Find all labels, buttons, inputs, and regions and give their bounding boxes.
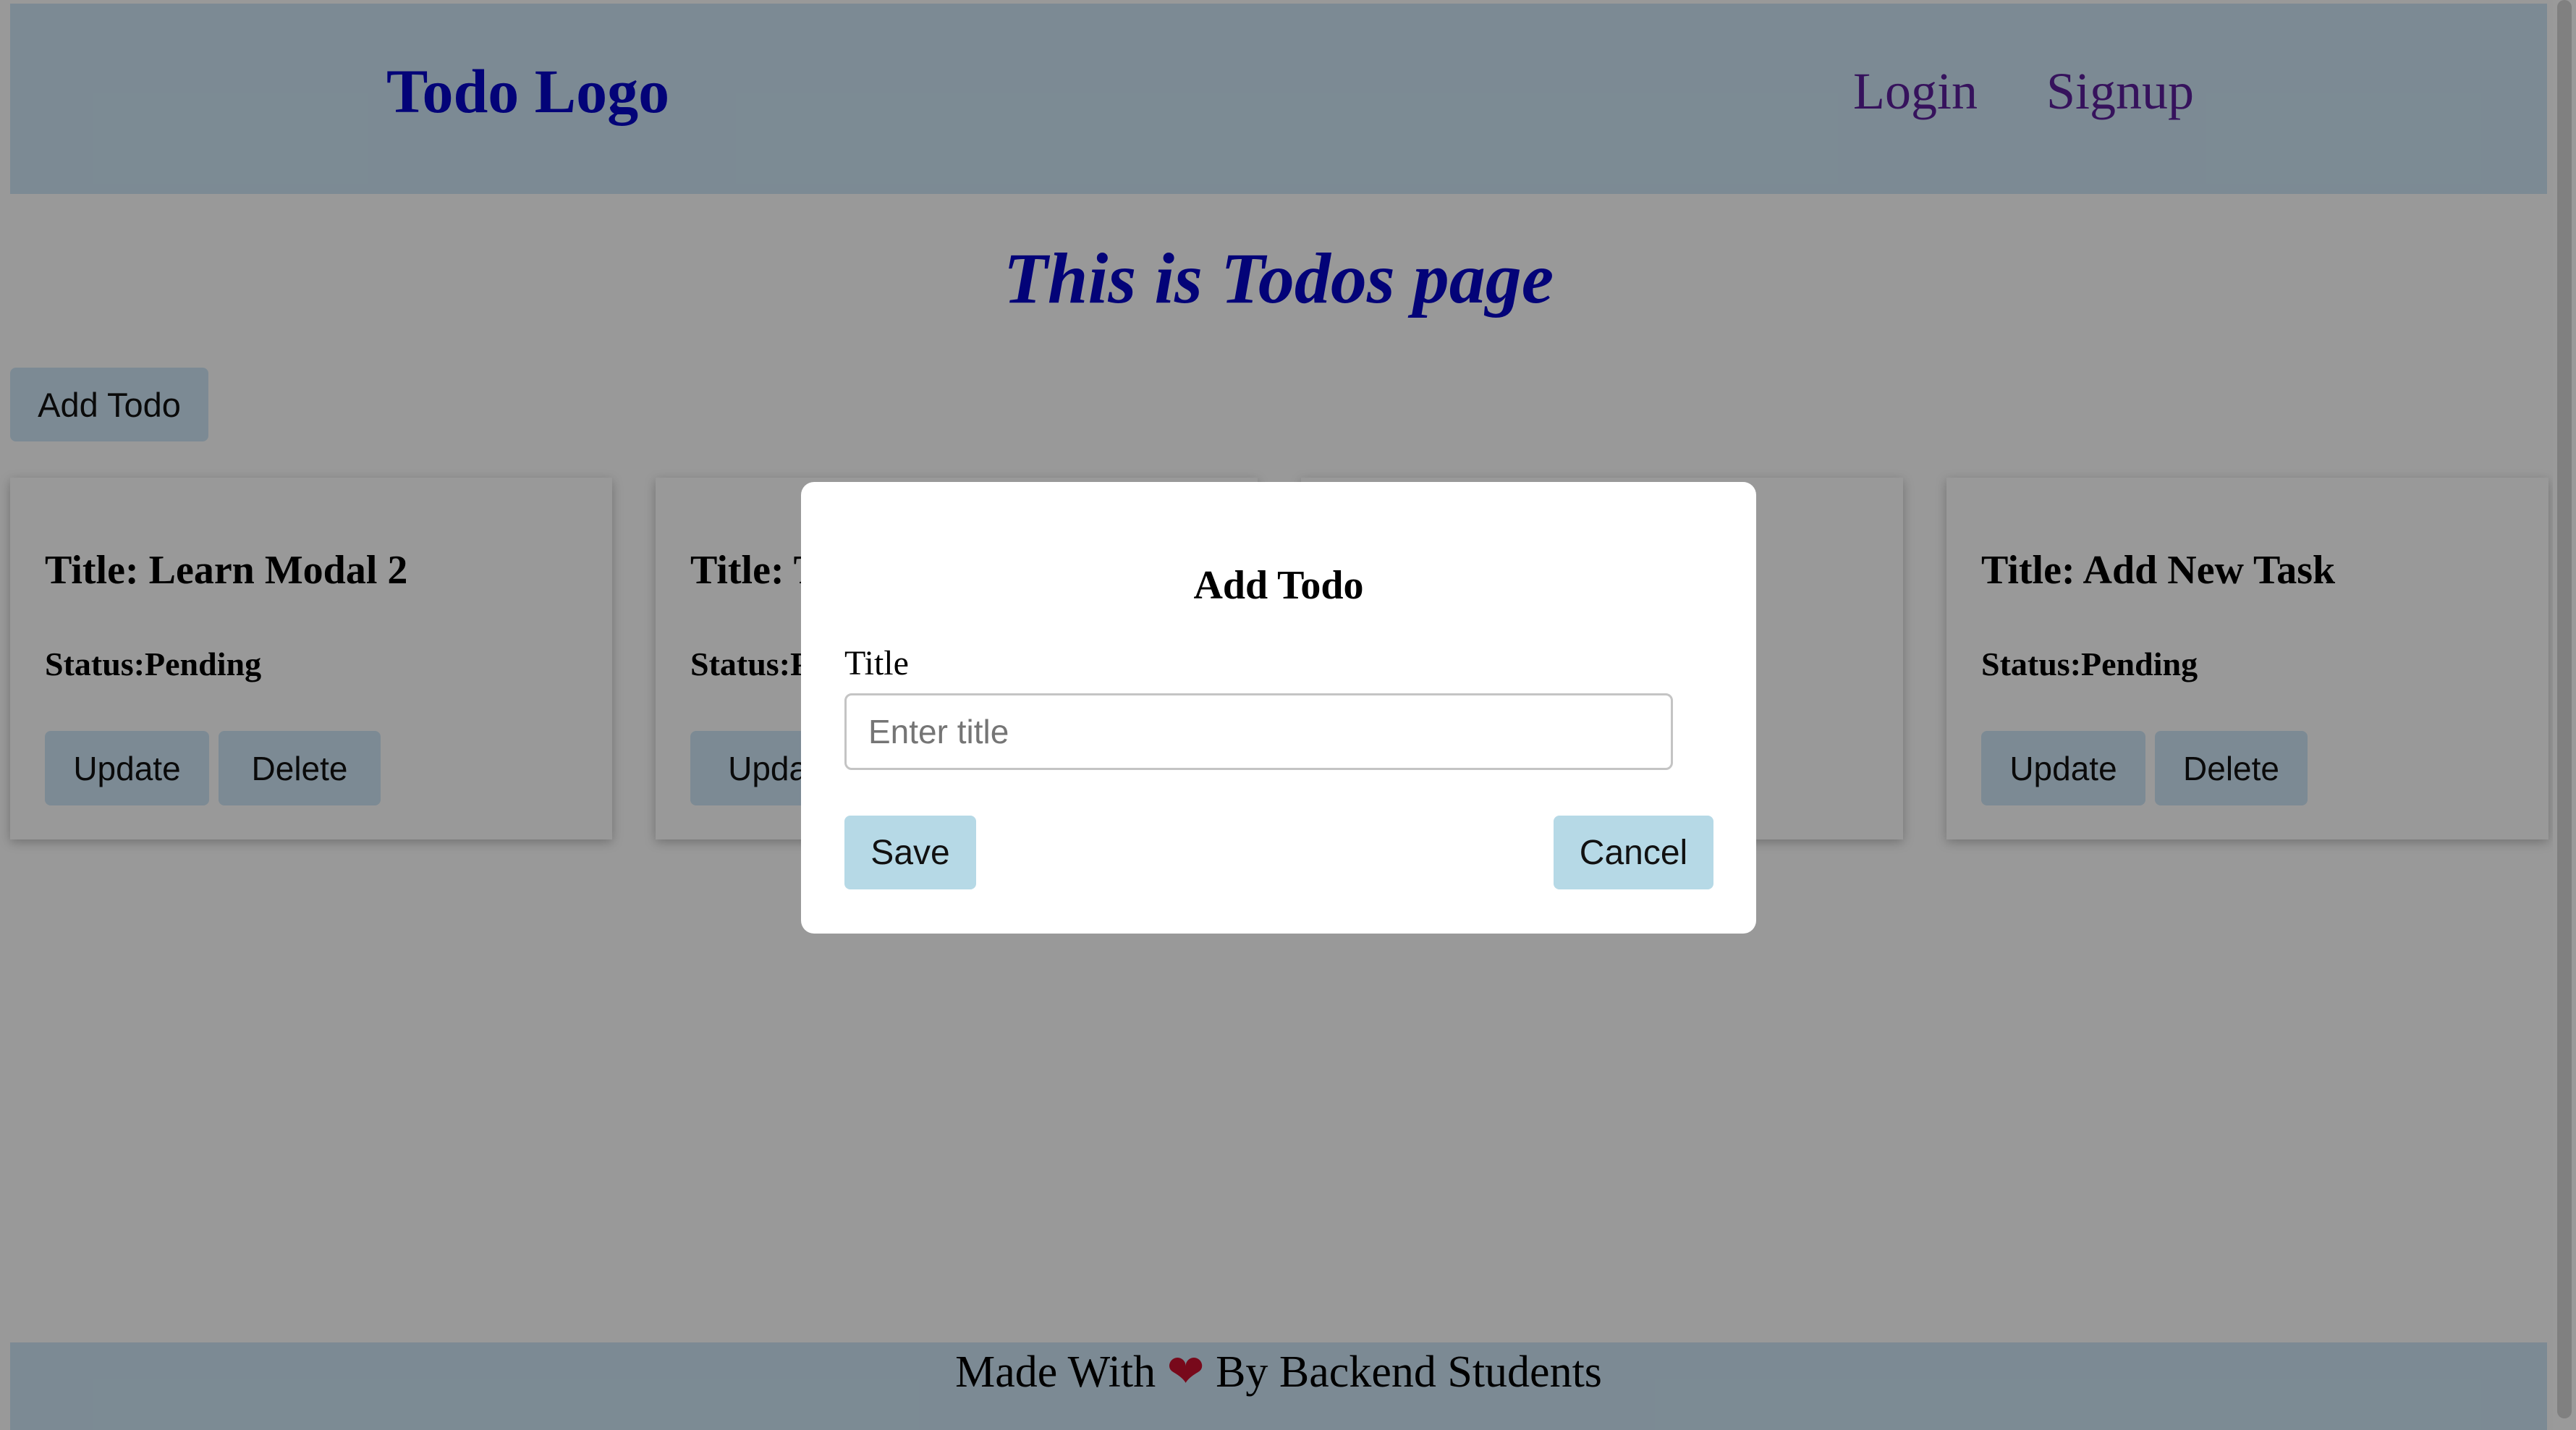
title-input[interactable] [844, 693, 1673, 770]
todos-page: Todo Logo Login Signup This is Todos pag… [0, 0, 2576, 1430]
modal-title: Add Todo [1193, 563, 1364, 608]
scrollbar[interactable] [2553, 0, 2576, 1430]
save-button[interactable]: Save [844, 816, 976, 889]
title-field-label: Title [844, 644, 909, 682]
add-todo-modal: Add Todo Title Save Cancel [801, 482, 1756, 934]
scrollbar-thumb[interactable] [2557, 0, 2572, 1418]
cancel-button[interactable]: Cancel [1554, 816, 1713, 889]
